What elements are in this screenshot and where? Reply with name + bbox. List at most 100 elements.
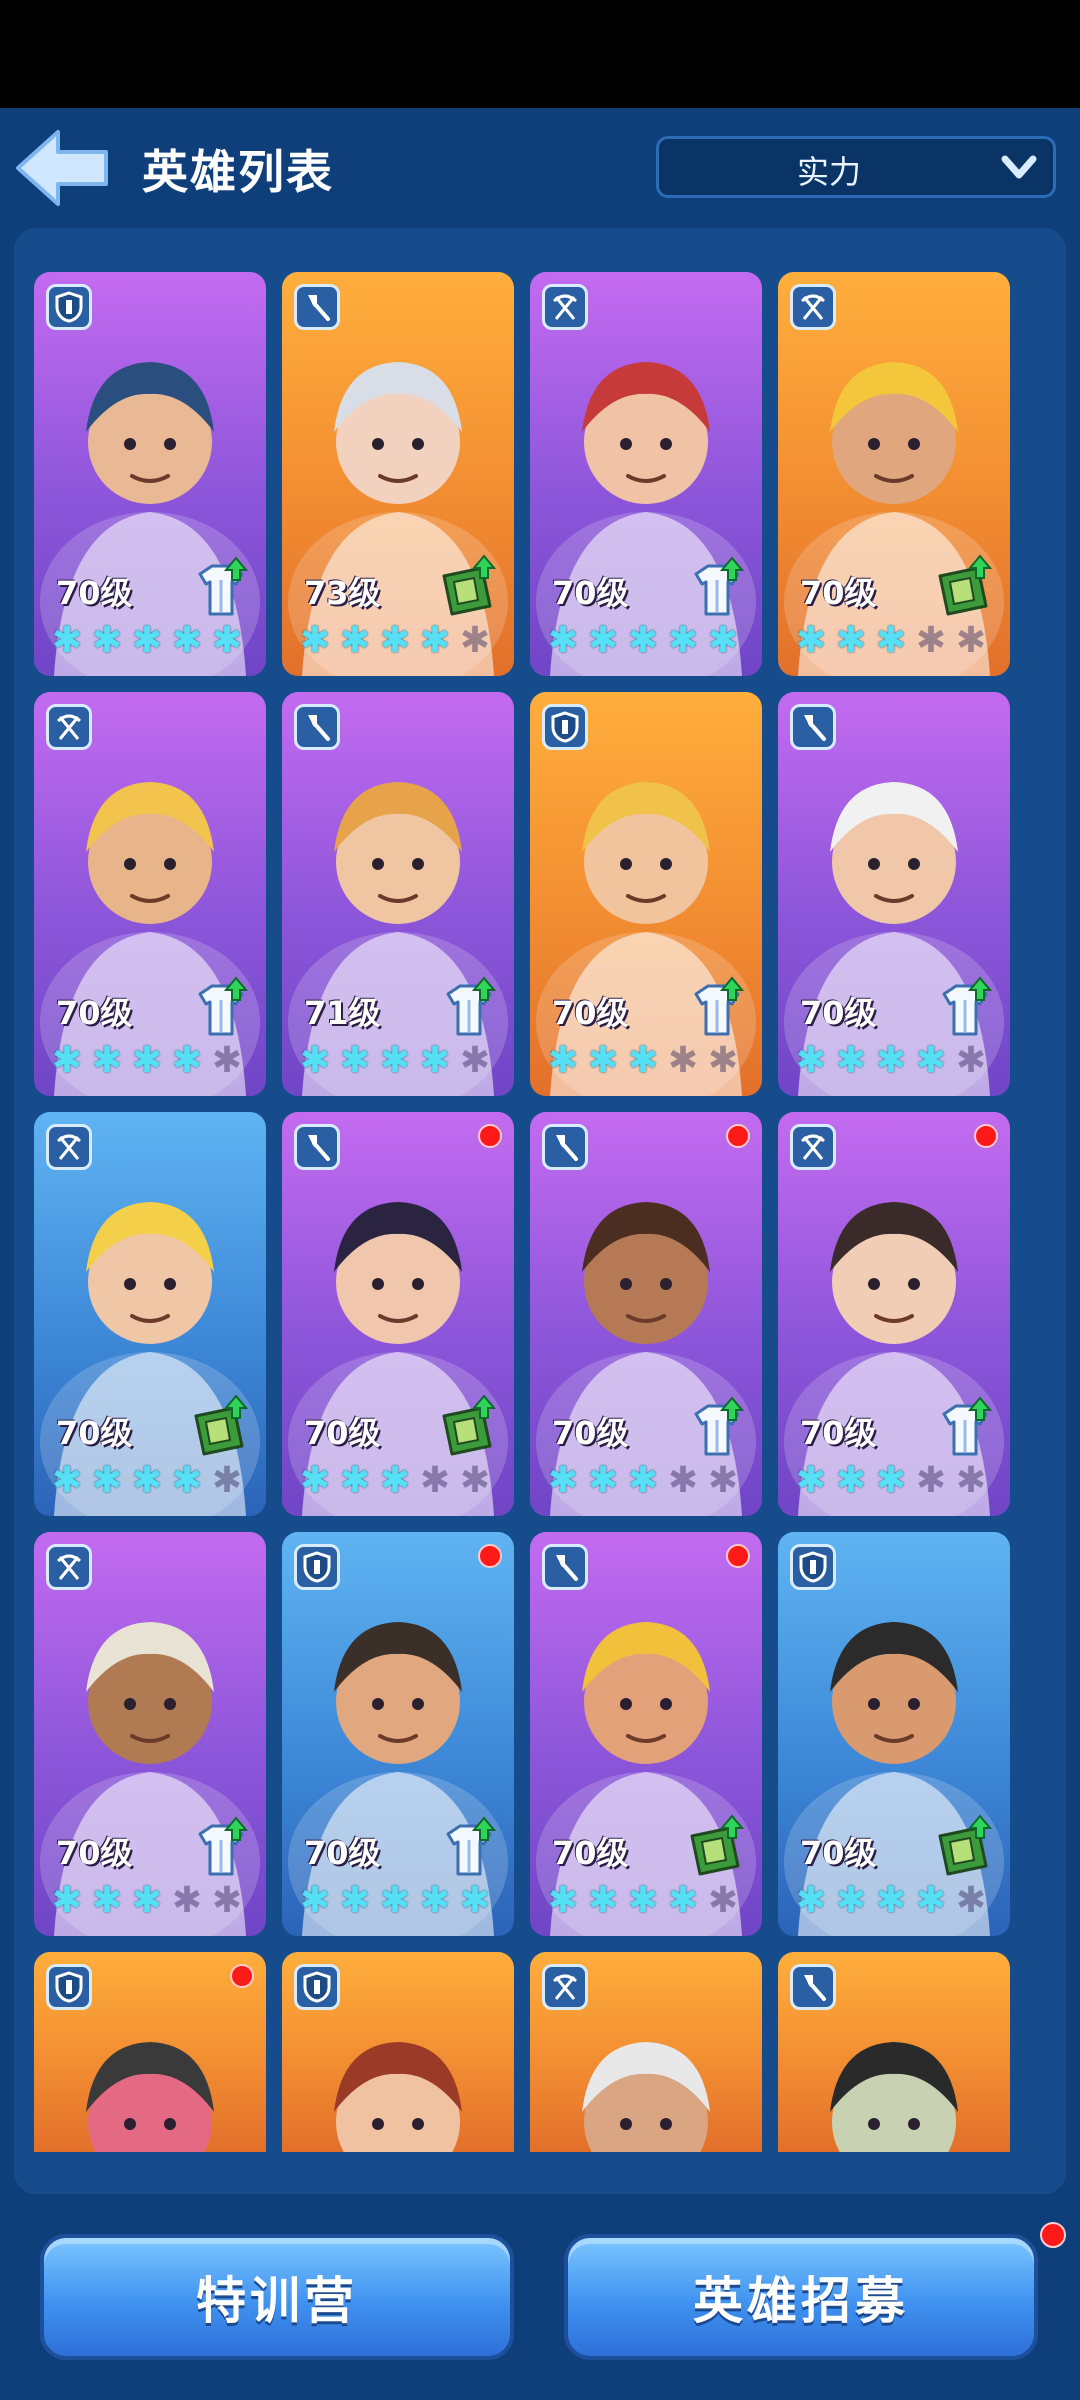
star-rating: ✱ ✱ ✱ ✱ ✱: [544, 1882, 742, 1920]
star-empty-icon: ✱: [955, 1880, 987, 1921]
hero-card[interactable]: 70级 ✱ ✱ ✱ ✱ ✱: [34, 1532, 266, 1936]
sort-dropdown[interactable]: 实力: [656, 136, 1056, 198]
star-empty-icon: ✱: [211, 1460, 243, 1501]
star-empty-icon: ✱: [955, 620, 987, 661]
hero-card[interactable]: 70级 ✱ ✱ ✱ ✱ ✱: [530, 1532, 762, 1936]
star-filled-icon: ✱: [299, 620, 331, 661]
hero-card[interactable]: 70级 ✱ ✱ ✱ ✱ ✱: [778, 1112, 1010, 1516]
book-upgrade-icon[interactable]: [438, 1394, 500, 1460]
hero-level: 70级: [800, 994, 877, 1032]
hero-card[interactable]: [530, 1952, 762, 2152]
hero-card[interactable]: 70级 ✱ ✱ ✱ ✱ ✱: [34, 1112, 266, 1516]
star-empty-icon: ✱: [211, 1040, 243, 1081]
training-camp-button[interactable]: 特训营: [40, 2234, 514, 2360]
shirt-upgrade-icon[interactable]: [438, 974, 500, 1040]
notification-dot: [478, 1124, 502, 1148]
star-filled-icon: ✱: [795, 1880, 827, 1921]
hero-card[interactable]: 70级 ✱ ✱ ✱ ✱ ✱: [34, 692, 266, 1096]
hero-card[interactable]: [282, 1952, 514, 2152]
star-filled-icon: ✱: [587, 620, 619, 661]
star-rating: ✱ ✱ ✱ ✱ ✱: [296, 1882, 494, 1920]
crossbow-icon: [46, 1124, 92, 1170]
shirt-upgrade-icon[interactable]: [686, 974, 748, 1040]
star-empty-icon: ✱: [707, 1880, 739, 1921]
crossbow-icon: [46, 704, 92, 750]
star-filled-icon: ✱: [51, 1040, 83, 1081]
star-filled-icon: ✱: [587, 1040, 619, 1081]
notification-dot: [478, 1544, 502, 1568]
hero-level: 70级: [304, 1414, 381, 1452]
star-empty-icon: ✱: [171, 1880, 203, 1921]
shield-icon: [542, 704, 588, 750]
hero-level: 70级: [56, 1834, 133, 1872]
star-filled-icon: ✱: [91, 1460, 123, 1501]
sort-selected-label: 实力: [796, 153, 861, 191]
hero-card[interactable]: 70级 ✱ ✱ ✱ ✱ ✱: [530, 1112, 762, 1516]
hero-card[interactable]: 73级 ✱ ✱ ✱ ✱ ✱: [282, 272, 514, 676]
hero-card[interactable]: 70级 ✱ ✱ ✱ ✱ ✱: [778, 692, 1010, 1096]
star-filled-icon: ✱: [379, 1460, 411, 1501]
hero-card[interactable]: 70级 ✱ ✱ ✱ ✱ ✱: [34, 272, 266, 676]
hero-card[interactable]: 70级 ✱ ✱ ✱ ✱ ✱: [282, 1112, 514, 1516]
shirt-upgrade-icon[interactable]: [934, 974, 996, 1040]
hero-card[interactable]: 70级 ✱ ✱ ✱ ✱ ✱: [778, 1532, 1010, 1936]
hero-level: 70级: [56, 574, 133, 612]
star-filled-icon: ✱: [339, 620, 371, 661]
star-filled-icon: ✱: [627, 620, 659, 661]
hero-card[interactable]: 70级 ✱ ✱ ✱ ✱ ✱: [530, 272, 762, 676]
hero-card[interactable]: 70级 ✱ ✱ ✱ ✱ ✱: [530, 692, 762, 1096]
shirt-upgrade-icon[interactable]: [934, 1394, 996, 1460]
shovel-icon: [294, 284, 340, 330]
back-arrow-icon[interactable]: [14, 128, 112, 208]
hero-level: 70级: [304, 1834, 381, 1872]
hero-level: 73级: [304, 574, 381, 612]
star-filled-icon: ✱: [627, 1460, 659, 1501]
book-upgrade-icon[interactable]: [190, 1394, 252, 1460]
star-filled-icon: ✱: [379, 1040, 411, 1081]
book-upgrade-icon[interactable]: [686, 1814, 748, 1880]
shirt-upgrade-icon[interactable]: [438, 1814, 500, 1880]
star-rating: ✱ ✱ ✱ ✱ ✱: [48, 1462, 246, 1500]
chevron-down-icon: [999, 151, 1039, 183]
notification-dot: [230, 1964, 254, 1988]
notification-dot: [726, 1124, 750, 1148]
hero-card[interactable]: [778, 1952, 1010, 2152]
shovel-icon: [542, 1544, 588, 1590]
hero-card[interactable]: 70级 ✱ ✱ ✱ ✱ ✱: [282, 1532, 514, 1936]
star-filled-icon: ✱: [547, 1460, 579, 1501]
shirt-upgrade-icon[interactable]: [190, 974, 252, 1040]
book-upgrade-icon[interactable]: [438, 554, 500, 620]
shield-icon: [294, 1964, 340, 2010]
star-filled-icon: ✱: [131, 1880, 163, 1921]
shirt-upgrade-icon[interactable]: [190, 1814, 252, 1880]
star-filled-icon: ✱: [299, 1460, 331, 1501]
shirt-upgrade-icon[interactable]: [686, 554, 748, 620]
star-empty-icon: ✱: [667, 1460, 699, 1501]
star-empty-icon: ✱: [667, 1040, 699, 1081]
hero-card[interactable]: 70级 ✱ ✱ ✱ ✱ ✱: [778, 272, 1010, 676]
star-filled-icon: ✱: [171, 1460, 203, 1501]
shirt-upgrade-icon[interactable]: [190, 554, 252, 620]
notification-dot: [974, 1124, 998, 1148]
star-empty-icon: ✱: [459, 620, 491, 661]
hero-level: 70级: [800, 574, 877, 612]
shirt-upgrade-icon[interactable]: [686, 1394, 748, 1460]
star-filled-icon: ✱: [91, 1040, 123, 1081]
book-upgrade-icon[interactable]: [934, 554, 996, 620]
star-filled-icon: ✱: [419, 1880, 451, 1921]
book-upgrade-icon[interactable]: [934, 1814, 996, 1880]
crossbow-icon: [790, 1124, 836, 1170]
star-filled-icon: ✱: [875, 1460, 907, 1501]
star-filled-icon: ✱: [211, 620, 243, 661]
hero-card[interactable]: 71级 ✱ ✱ ✱ ✱ ✱: [282, 692, 514, 1096]
page-title: 英雄列表: [142, 145, 334, 199]
hero-level: 70级: [552, 1834, 629, 1872]
star-rating: ✱ ✱ ✱ ✱ ✱: [544, 1042, 742, 1080]
training-camp-label: 特训营: [196, 2272, 358, 2330]
hero-recruit-button[interactable]: 英雄招募: [564, 2234, 1038, 2360]
header-bar: 英雄列表 实力: [0, 108, 1080, 220]
star-rating: ✱ ✱ ✱ ✱ ✱: [792, 622, 990, 660]
hero-card[interactable]: [34, 1952, 266, 2152]
star-empty-icon: ✱: [419, 1460, 451, 1501]
star-filled-icon: ✱: [299, 1040, 331, 1081]
